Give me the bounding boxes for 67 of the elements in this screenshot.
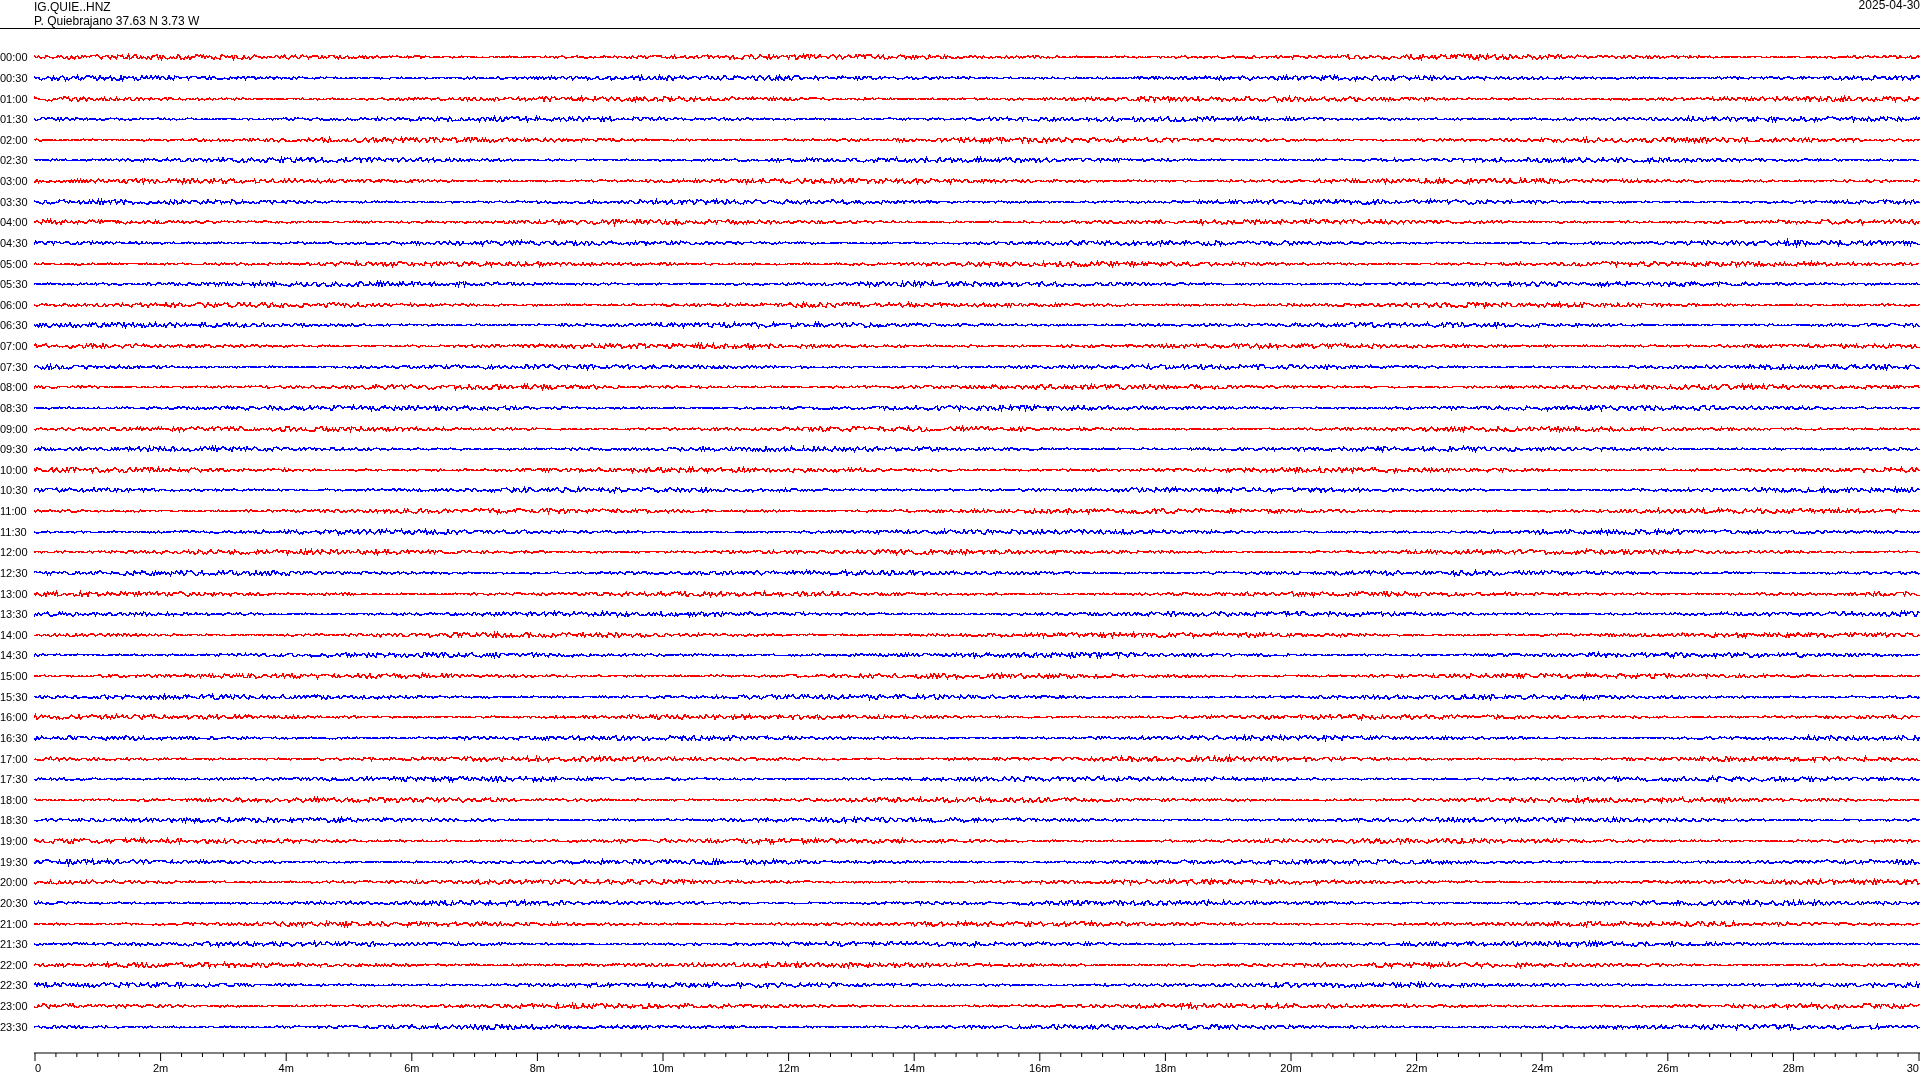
time-label: 07:30 bbox=[0, 360, 29, 373]
axis-label: 24m bbox=[1531, 1062, 1553, 1074]
time-label: 14:00 bbox=[0, 628, 29, 641]
time-label: 22:30 bbox=[0, 979, 29, 992]
time-label: 12:30 bbox=[0, 566, 29, 579]
station-code: IG.QUIE..HNZ bbox=[34, 0, 112, 14]
time-label: 09:00 bbox=[0, 422, 29, 435]
axis-label: 30 bbox=[1906, 1062, 1919, 1074]
date-label: 2025-04-30 bbox=[1858, 0, 1920, 12]
time-label: 06:30 bbox=[0, 319, 29, 332]
time-label: 08:00 bbox=[0, 381, 29, 394]
station-location: P. Quiebrajano 37.63 N 3.73 W bbox=[34, 14, 200, 28]
axis-label: 20m bbox=[1280, 1062, 1302, 1074]
time-label: 00:30 bbox=[0, 71, 29, 84]
time-label: 21:00 bbox=[0, 917, 29, 930]
axis-label: 14m bbox=[903, 1062, 925, 1074]
time-label: 19:00 bbox=[0, 835, 29, 848]
time-label: 05:00 bbox=[0, 257, 29, 270]
axis-label: 0 bbox=[35, 1062, 42, 1074]
time-label: 10:30 bbox=[0, 484, 29, 497]
time-label: 03:30 bbox=[0, 195, 29, 208]
time-label: 15:00 bbox=[0, 670, 29, 683]
time-label: 01:30 bbox=[0, 113, 29, 126]
time-label: 12:00 bbox=[0, 546, 29, 559]
time-label: 08:30 bbox=[0, 401, 29, 414]
time-label: 20:30 bbox=[0, 896, 29, 909]
time-label: 21:30 bbox=[0, 938, 29, 951]
time-label: 18:00 bbox=[0, 793, 29, 806]
axis-label: 26m bbox=[1657, 1062, 1679, 1074]
time-label: 18:30 bbox=[0, 814, 29, 827]
time-label: 16:30 bbox=[0, 731, 29, 744]
time-label: 22:00 bbox=[0, 958, 29, 971]
time-label: 03:00 bbox=[0, 175, 29, 188]
axis-label: 18m bbox=[1154, 1062, 1177, 1074]
axis-label: 2m bbox=[152, 1062, 169, 1074]
axis-label: 16m bbox=[1029, 1062, 1051, 1074]
time-label: 11:00 bbox=[0, 505, 28, 518]
time-label: 05:30 bbox=[0, 278, 29, 291]
time-label: 23:00 bbox=[0, 1000, 29, 1013]
axis-label: 6m bbox=[404, 1062, 420, 1074]
time-label: 13:30 bbox=[0, 608, 29, 621]
time-label: 07:00 bbox=[0, 340, 29, 353]
time-label: 04:30 bbox=[0, 236, 29, 249]
time-label: 19:30 bbox=[0, 855, 29, 868]
time-label: 14:30 bbox=[0, 649, 29, 662]
axis-label: 28m bbox=[1782, 1062, 1805, 1074]
time-label: 17:00 bbox=[0, 752, 29, 765]
time-label: 10:00 bbox=[0, 463, 29, 476]
time-label: 09:30 bbox=[0, 443, 29, 456]
time-label: 13:00 bbox=[0, 587, 29, 600]
time-label: 17:30 bbox=[0, 773, 29, 786]
time-label: 20:00 bbox=[0, 876, 29, 889]
time-label: 06:00 bbox=[0, 298, 29, 311]
time-label: 16:00 bbox=[0, 711, 29, 724]
time-label: 02:30 bbox=[0, 154, 29, 167]
axis-label: 22m bbox=[1405, 1062, 1428, 1074]
time-label: 00:00 bbox=[0, 51, 29, 64]
time-label: 02:00 bbox=[0, 133, 29, 146]
axis-label: 12m bbox=[777, 1062, 800, 1074]
axis-label: 10m bbox=[652, 1062, 674, 1074]
time-label: 04:00 bbox=[0, 216, 29, 229]
time-label: 23:30 bbox=[0, 1020, 29, 1033]
time-label: 01:00 bbox=[0, 92, 29, 105]
time-label: 11:30 bbox=[0, 525, 28, 538]
time-label: 15:30 bbox=[0, 690, 29, 703]
axis-label: 4m bbox=[278, 1062, 294, 1074]
axis-label: 8m bbox=[529, 1062, 546, 1074]
